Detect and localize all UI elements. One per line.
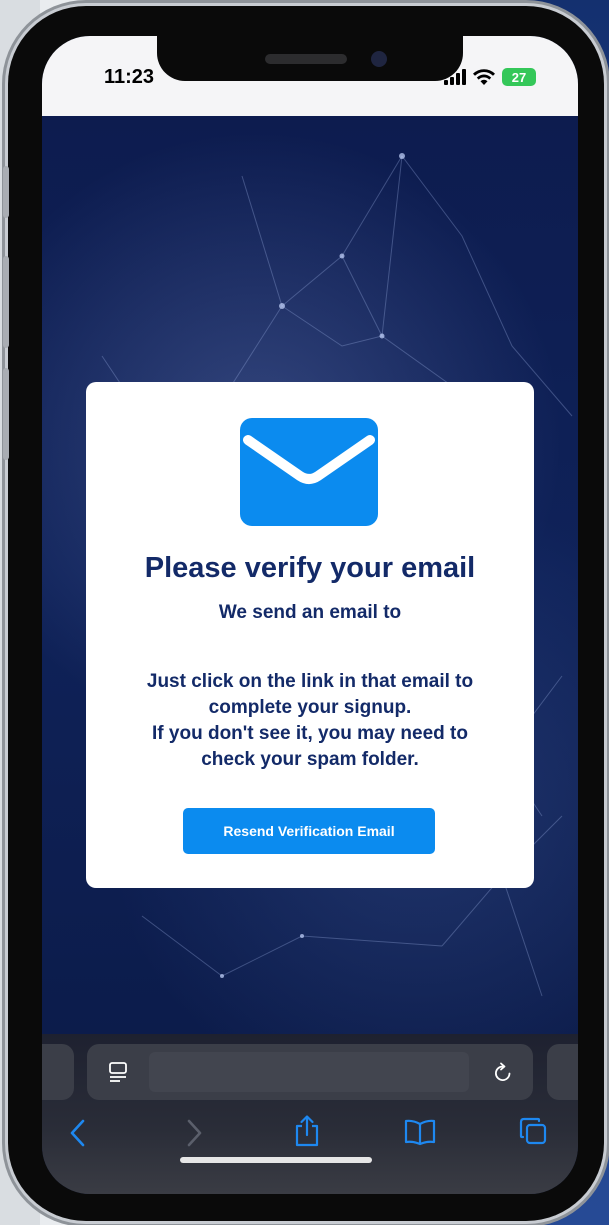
instructions: Just click on the link in that email to … bbox=[106, 669, 514, 773]
address-bar[interactable] bbox=[87, 1044, 533, 1100]
reader-icon[interactable] bbox=[107, 1061, 129, 1085]
volume-up-button bbox=[3, 256, 9, 348]
mail-icon bbox=[240, 418, 378, 526]
back-icon[interactable] bbox=[68, 1118, 88, 1148]
previous-tab-preview[interactable] bbox=[42, 1044, 74, 1100]
forward-icon[interactable] bbox=[184, 1118, 204, 1148]
phone-frame: 11:23 27 Please verify your email We sen… bbox=[3, 6, 604, 1221]
instructions-line: complete your signup. bbox=[208, 697, 412, 718]
battery-icon: 27 bbox=[502, 68, 536, 86]
resend-verification-button[interactable]: Resend Verification Email bbox=[183, 808, 435, 854]
status-time: 11:23 bbox=[104, 66, 155, 88]
url-field[interactable] bbox=[149, 1052, 469, 1092]
volume-down-button bbox=[3, 368, 9, 460]
notch bbox=[157, 36, 463, 81]
instructions-line: check your spam folder. bbox=[201, 749, 419, 770]
home-indicator[interactable] bbox=[180, 1157, 372, 1163]
share-icon[interactable] bbox=[293, 1114, 321, 1148]
status-icons: 27 bbox=[444, 66, 536, 88]
battery-level: 27 bbox=[511, 69, 527, 85]
instructions-line: Just click on the link in that email to bbox=[146, 671, 474, 692]
front-camera bbox=[371, 51, 387, 67]
subtitle: We send an email to bbox=[218, 602, 402, 623]
bookmarks-icon[interactable] bbox=[403, 1118, 437, 1146]
next-tab-preview[interactable] bbox=[547, 1044, 578, 1100]
screen: 11:23 27 Please verify your email We sen… bbox=[42, 36, 578, 1194]
page-title: Please verify your email bbox=[144, 552, 476, 584]
wifi-icon bbox=[473, 69, 495, 85]
instructions-line: If you don't see it, you may need to bbox=[152, 723, 468, 744]
mute-switch bbox=[3, 166, 9, 218]
verification-card: Please verify your email We send an emai… bbox=[86, 382, 534, 888]
tabs-icon[interactable] bbox=[518, 1116, 548, 1146]
speaker bbox=[265, 54, 347, 64]
reload-icon[interactable] bbox=[491, 1061, 515, 1085]
browser-toolbar bbox=[42, 1034, 578, 1194]
